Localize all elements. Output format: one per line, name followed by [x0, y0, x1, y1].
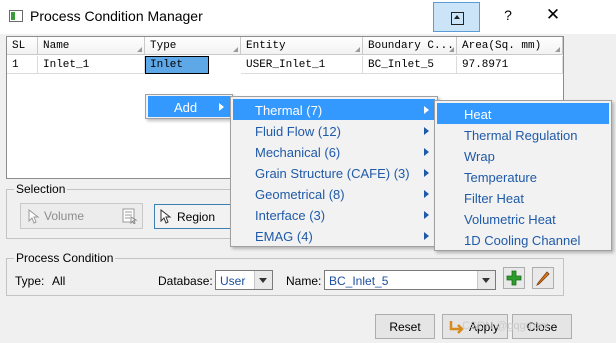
name-label: Name: — [286, 274, 322, 288]
window-close-button[interactable]: ✕ — [544, 5, 562, 25]
submenu-arrow-icon — [424, 148, 429, 156]
menu-item-temperature[interactable]: Temperature — [437, 166, 609, 187]
edit-condition-button[interactable] — [532, 267, 554, 289]
database-label: Database: — [158, 274, 213, 288]
window-title: Process Condition Manager — [30, 8, 203, 24]
close-icon: ✕ — [545, 5, 561, 24]
submenu-arrow-icon — [424, 106, 429, 114]
menu-item-1d-cooling-channel[interactable]: 1D Cooling Channel — [437, 229, 609, 250]
menu-item-volumetric-heat[interactable]: Volumetric Heat — [437, 208, 609, 229]
column-header-area[interactable]: Area(Sq. mm) — [457, 37, 563, 55]
column-header-boundary[interactable]: Boundary C... — [363, 37, 457, 55]
menu-item-geometrical[interactable]: Geometrical (8) — [233, 183, 435, 204]
cell-entity[interactable]: USER_Inlet_1 — [241, 56, 363, 74]
pencil-icon — [536, 271, 550, 286]
submenu-arrow-icon — [424, 190, 429, 198]
cursor-icon — [28, 209, 40, 224]
chevron-down-icon[interactable] — [477, 271, 495, 289]
selection-legend: Selection — [14, 182, 68, 196]
cell-name[interactable]: Inlet_1 — [38, 56, 145, 74]
menu-item-thermal[interactable]: Thermal (7) — [233, 99, 435, 120]
name-select[interactable]: BC_Inlet_5 — [324, 270, 496, 290]
menu-item-grain-structure[interactable]: Grain Structure (CAFE) (3) — [233, 162, 435, 183]
cursor-icon — [160, 209, 172, 224]
menu-item-mechanical[interactable]: Mechanical (6) — [233, 141, 435, 162]
submenu-arrow-icon — [424, 211, 429, 219]
type-label: Type: — [15, 274, 45, 288]
context-menu: Add — [145, 94, 233, 119]
database-select[interactable]: User — [215, 270, 273, 290]
watermark: CSDN @gqgqxxx — [462, 320, 549, 332]
reset-button[interactable]: Reset — [375, 314, 435, 339]
volume-select-icon — [122, 208, 138, 224]
column-header-type[interactable]: Type — [145, 37, 241, 55]
cell-area: 97.8971 — [457, 56, 563, 74]
menu-item-fluid-flow[interactable]: Fluid Flow (12) — [233, 120, 435, 141]
menu-item-interface[interactable]: Interface (3) — [233, 204, 435, 225]
volume-button[interactable]: Volume — [20, 203, 143, 229]
menu-item-add[interactable]: Add — [148, 96, 230, 117]
cell-type[interactable]: Inlet — [145, 56, 209, 74]
pin-icon — [451, 12, 464, 25]
menu-item-emag[interactable]: EMAG (4) — [233, 225, 435, 246]
help-button[interactable]: ? — [500, 7, 516, 23]
menu-item-filter-heat[interactable]: Filter Heat — [437, 187, 609, 208]
submenu-arrow-icon — [219, 103, 224, 111]
menu-item-heat[interactable]: Heat — [437, 103, 609, 124]
menu-item-thermal-regulation[interactable]: Thermal Regulation — [437, 124, 609, 145]
pin-button[interactable] — [433, 2, 480, 32]
submenu-arrow-icon — [424, 232, 429, 240]
plus-icon — [506, 270, 522, 286]
process-condition-legend: Process Condition — [14, 251, 116, 265]
type-value: All — [52, 274, 66, 288]
menu-item-wrap[interactable]: Wrap — [437, 145, 609, 166]
cell-boundary[interactable]: BC_Inlet_5 — [363, 56, 457, 74]
column-header-entity[interactable]: Entity — [241, 37, 363, 55]
column-header-name[interactable]: Name — [38, 37, 145, 55]
add-condition-button[interactable] — [503, 267, 525, 289]
column-header-sl[interactable]: SL — [7, 37, 38, 55]
thermal-submenu: Heat Thermal Regulation Wrap Temperature… — [434, 100, 612, 251]
region-button[interactable]: Region — [154, 204, 234, 229]
submenu-arrow-icon — [424, 127, 429, 135]
app-icon — [9, 10, 23, 22]
add-submenu: Thermal (7) Fluid Flow (12) Mechanical (… — [230, 96, 438, 247]
cell-sl: 1 — [7, 56, 38, 74]
submenu-arrow-icon — [424, 169, 429, 177]
chevron-down-icon[interactable] — [254, 271, 272, 289]
